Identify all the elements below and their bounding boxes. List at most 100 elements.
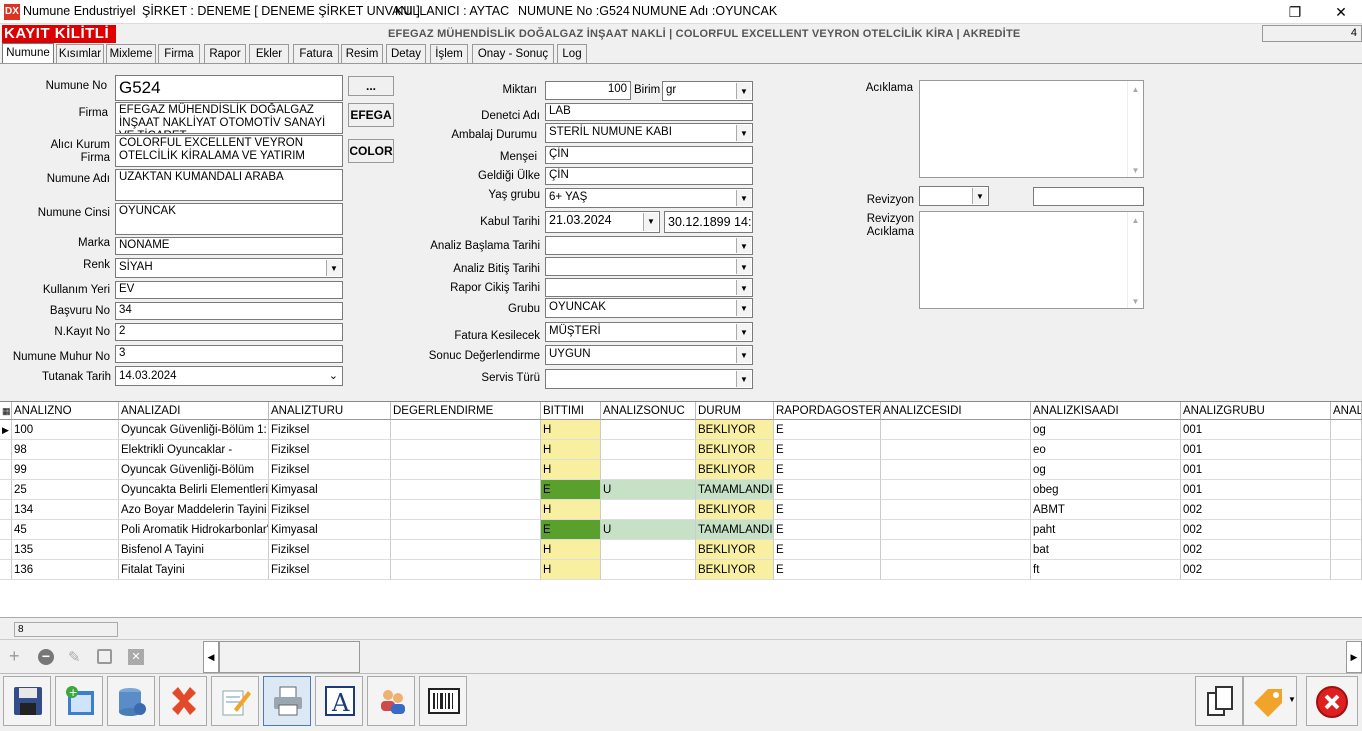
cell-rapordagoster[interactable]: E: [774, 500, 881, 520]
column-header-degerlendirme[interactable]: DEGERLENDIRME: [391, 402, 541, 420]
remove-icon[interactable]: −: [38, 649, 54, 665]
analysis-grid[interactable]: ▦ ANALIZNO ANALIZADI ANALIZTURU DEGERLENDIRM…: [0, 401, 1362, 617]
firma-field[interactable]: EFEGAZ MÜHENDİSLİK DOĞALGAZ İNŞAAT NAKLİ…: [115, 102, 343, 134]
kabul-time-field[interactable]: 30.12.1899 14:1: [664, 211, 753, 233]
cell-analizcesidi[interactable]: [881, 460, 1031, 480]
column-header-analizno[interactable]: ANALIZNO: [12, 402, 119, 420]
cell-analizturu[interactable]: Fiziksel: [269, 440, 391, 460]
chevron-down-icon[interactable]: ▼: [736, 238, 751, 253]
miktar-field[interactable]: 100: [545, 81, 631, 100]
cell-analizcesidi[interactable]: [881, 560, 1031, 580]
cell-rapordagoster[interactable]: E: [774, 420, 881, 440]
table-row[interactable]: ▶ 100 Oyuncak Güvenliği-Bölüm 1: Fiziksel H B…: [0, 420, 1362, 440]
cell-bittimi[interactable]: E: [541, 520, 601, 540]
tab-detay[interactable]: Detay: [386, 44, 426, 64]
chevron-down-icon[interactable]: ▼: [736, 347, 751, 363]
cell-bittimi[interactable]: H: [541, 540, 601, 560]
row-indicator[interactable]: [0, 500, 12, 520]
cell-bittimi[interactable]: H: [541, 420, 601, 440]
renk-select[interactable]: SİYAH ▼: [115, 258, 343, 278]
cell-analizkisaadi[interactable]: eo: [1031, 440, 1181, 460]
cell-degerlendirme[interactable]: [391, 420, 541, 440]
cell-analizgrubu[interactable]: 001: [1181, 460, 1331, 480]
revizyon-select[interactable]: ▼: [919, 186, 989, 206]
chevron-down-icon[interactable]: ▼: [736, 190, 751, 206]
numune-adi-field[interactable]: UZAKTAN KUMANDALI ARABA: [115, 169, 343, 201]
chevron-down-icon[interactable]: ▼: [643, 213, 658, 231]
scrollbar[interactable]: ▲ ▼: [1127, 212, 1143, 308]
add-icon[interactable]: +: [9, 646, 20, 667]
scroll-right-icon[interactable]: ▶: [1346, 641, 1362, 673]
sonuc-select[interactable]: UYGUN ▼: [545, 345, 753, 365]
cell-analizadi[interactable]: Azo Boyar Maddelerin Tayini: [119, 500, 269, 520]
table-row[interactable]: 135 Bisfenol A Tayini Fiziksel H BEKLIYOR Eba…: [0, 540, 1362, 560]
marka-field[interactable]: NONAME: [115, 237, 343, 255]
efega-button[interactable]: EFEGA: [348, 103, 394, 127]
delete-button[interactable]: [159, 676, 207, 726]
cell-analizturu[interactable]: Fiziksel: [269, 460, 391, 480]
cell-durum[interactable]: BEKLIYOR: [696, 540, 774, 560]
tab-numune[interactable]: Numune: [2, 43, 54, 64]
tab-kisimlar[interactable]: Kısımlar: [56, 44, 104, 64]
cell-bittimi[interactable]: E: [541, 480, 601, 500]
edit-button[interactable]: [211, 676, 259, 726]
cell-analizcesidi[interactable]: [881, 480, 1031, 500]
cell-analizadi[interactable]: Fitalat Tayini: [119, 560, 269, 580]
cell-analizturu[interactable]: Fiziksel: [269, 560, 391, 580]
cell-analizadi[interactable]: Bisfenol A Tayini: [119, 540, 269, 560]
cell-analizsonuc[interactable]: [601, 560, 696, 580]
cell-analizno[interactable]: 45: [12, 520, 119, 540]
cell-anal[interactable]: [1331, 520, 1362, 540]
cell-analizturu[interactable]: Kimyasal: [269, 520, 391, 540]
chevron-down-icon[interactable]: ▼: [736, 324, 751, 340]
cell-analizcesidi[interactable]: [881, 420, 1031, 440]
dots-button[interactable]: ...: [348, 76, 394, 96]
tab-log[interactable]: Log: [557, 44, 587, 64]
row-indicator[interactable]: [0, 480, 12, 500]
table-row[interactable]: 99 Oyuncak Güvenliği-Bölüm Fiziksel H BEKLIY…: [0, 460, 1362, 480]
chevron-down-icon[interactable]: ▼: [736, 371, 751, 387]
ambalaj-select[interactable]: STERİL NUMUNE KABI ▼: [545, 123, 753, 143]
numune-cinsi-field[interactable]: OYUNCAK: [115, 203, 343, 235]
grubu-select[interactable]: OYUNCAK ▼: [545, 298, 753, 318]
cell-degerlendirme[interactable]: [391, 440, 541, 460]
fatura-select[interactable]: MÜŞTERİ ▼: [545, 322, 753, 342]
users-button[interactable]: [367, 676, 415, 726]
column-header-analizkisaadi[interactable]: ANALIZKISAADI: [1031, 402, 1181, 420]
row-indicator[interactable]: [0, 540, 12, 560]
cell-rapordagoster[interactable]: E: [774, 480, 881, 500]
text-button[interactable]: A: [315, 676, 363, 726]
cell-analizcesidi[interactable]: [881, 520, 1031, 540]
muhur-field[interactable]: 3: [115, 345, 343, 363]
table-row[interactable]: 136 Fitalat Tayini Fiziksel H BEKLIYOR Eft 002: [0, 560, 1362, 580]
exit-button[interactable]: [1306, 676, 1358, 726]
tab-firma[interactable]: Firma: [158, 44, 200, 64]
cell-analizadi[interactable]: Oyuncak Güvenliği-Bölüm: [119, 460, 269, 480]
rapor-cikis-select[interactable]: ▼: [545, 278, 753, 297]
chevron-down-icon[interactable]: ▼: [972, 188, 987, 204]
column-header-analizcesidi[interactable]: ANALIZCESIDI: [881, 402, 1031, 420]
barcode-button[interactable]: [419, 676, 467, 726]
column-header-analizturu[interactable]: ANALIZTURU: [269, 402, 391, 420]
cell-durum[interactable]: BEKLIYOR: [696, 440, 774, 460]
chevron-down-icon[interactable]: ▼: [736, 300, 751, 316]
servis-select[interactable]: ▼: [545, 369, 753, 389]
cancel-icon[interactable]: ✕: [128, 649, 144, 665]
cell-analizturu[interactable]: Fiziksel: [269, 420, 391, 440]
column-header-bittimi[interactable]: BITTIMI: [541, 402, 601, 420]
tab-onay-sonuc[interactable]: Onay - Sonuç: [472, 44, 554, 64]
save-button[interactable]: [3, 676, 51, 726]
tab-resim[interactable]: Resim: [341, 44, 383, 64]
aciklama-textarea[interactable]: ▲ ▼: [919, 80, 1144, 178]
analiz-bas-select[interactable]: ▼: [545, 236, 753, 255]
cell-durum[interactable]: BEKLIYOR: [696, 560, 774, 580]
print-button[interactable]: [263, 676, 311, 726]
cell-anal[interactable]: [1331, 560, 1362, 580]
column-header-analizadi[interactable]: ANALIZADI: [119, 402, 269, 420]
cell-analizgrubu[interactable]: 002: [1181, 520, 1331, 540]
cell-analizsonuc[interactable]: [601, 540, 696, 560]
cell-analizgrubu[interactable]: 002: [1181, 500, 1331, 520]
cell-analizturu[interactable]: Kimyasal: [269, 480, 391, 500]
restore-button[interactable]: ❐: [1272, 0, 1318, 24]
cell-rapordagoster[interactable]: E: [774, 460, 881, 480]
